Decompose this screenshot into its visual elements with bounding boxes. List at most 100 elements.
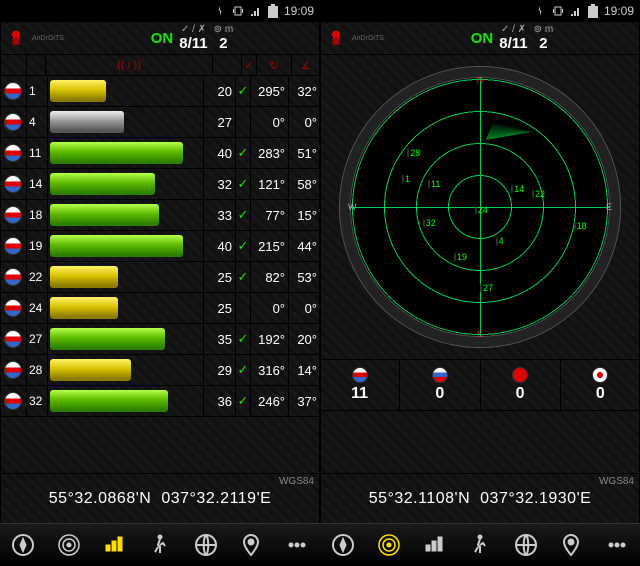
radar-satellite-pin: 11 — [428, 181, 434, 187]
signal-bar — [50, 80, 106, 102]
fix-cell — [236, 293, 251, 323]
status-on: ON — [471, 30, 494, 47]
location-icon — [534, 5, 546, 17]
globe-icon — [514, 533, 538, 557]
radar-satellite-pin: 24 — [475, 207, 481, 213]
compass-icon — [11, 533, 35, 557]
app-logo — [326, 28, 346, 48]
nav-compass-button[interactable] — [328, 530, 358, 560]
prn-cell: 19 — [27, 231, 48, 261]
snr-cell: 40 — [204, 138, 236, 168]
table-row[interactable]: 1833✓77°15° — [0, 200, 320, 231]
table-row[interactable]: 4270°0° — [0, 107, 320, 138]
accuracy-group: ⊚ m 2 — [214, 25, 234, 51]
radar-satellite-pin: 14 — [511, 186, 517, 192]
prn-cell: 27 — [27, 324, 48, 354]
signal-bar — [50, 266, 118, 288]
status-on: ON — [151, 30, 174, 47]
bars-icon — [102, 533, 126, 557]
radar-satellite-pin: 4 — [496, 238, 502, 244]
nav-compass-button[interactable] — [8, 530, 38, 560]
azimuth-cell: 121° — [251, 169, 289, 199]
brand-text: AnDrOiTS — [32, 35, 64, 42]
prn-cell: 1 — [27, 76, 48, 106]
elevation-cell: 32° — [289, 76, 320, 106]
elevation-cell: 0° — [289, 107, 320, 137]
elevation-cell: 20° — [289, 324, 320, 354]
radar-satellite-pin: 27 — [480, 285, 486, 291]
menu-icon — [285, 533, 309, 557]
snr-cell: 35 — [204, 324, 236, 354]
app-logo — [6, 28, 26, 48]
prn-cell: 22 — [27, 262, 48, 292]
prn-cell: 11 — [27, 138, 48, 168]
nav-walk-button[interactable] — [465, 530, 495, 560]
us-flag-icon — [4, 206, 22, 224]
nav-menu-button[interactable] — [282, 530, 312, 560]
signal-bar — [50, 297, 118, 319]
prn-cell: 4 — [27, 107, 48, 137]
table-row[interactable]: 2225✓82°53° — [0, 262, 320, 293]
table-row[interactable]: 24250°0° — [0, 293, 320, 324]
prn-cell: 32 — [27, 386, 48, 416]
pin-icon — [239, 533, 263, 557]
nav-radar-button[interactable] — [54, 530, 84, 560]
signal-bar — [50, 173, 155, 195]
country-count-box: 0 — [481, 360, 561, 410]
signal-bar — [50, 359, 131, 381]
table-row[interactable]: 3236✓246°37° — [0, 386, 320, 417]
vibrate-icon — [552, 5, 564, 17]
azimuth-cell: 192° — [251, 324, 289, 354]
elevation-cell: 15° — [289, 200, 320, 230]
sat-count-group: ✓ / ✗ 8/11 — [179, 25, 207, 51]
snr-cell: 32 — [204, 169, 236, 199]
country-count-box: 0 — [400, 360, 480, 410]
table-row[interactable]: 2829✓316°14° — [0, 355, 320, 386]
nav-radar-button[interactable] — [374, 530, 404, 560]
fix-cell: ✓ — [236, 169, 251, 199]
nav-globe-button[interactable] — [511, 530, 541, 560]
accuracy-group: ⊚ m 2 — [534, 25, 554, 51]
status-bar: 19:09 — [320, 0, 640, 22]
us-flag-icon — [574, 221, 576, 231]
radar-satellite-pin: 32 — [423, 220, 429, 226]
nav-globe-button[interactable] — [191, 530, 221, 560]
fix-header-icon: ✓ — [242, 55, 257, 75]
signal-bar — [50, 328, 165, 350]
table-row[interactable]: 1940✓215°44° — [0, 231, 320, 262]
us-flag-icon — [402, 174, 404, 184]
country-count-value: 11 — [351, 385, 368, 403]
table-row[interactable]: 120✓295°32° — [0, 76, 320, 107]
nav-bars-button[interactable] — [419, 530, 449, 560]
nav-pin-button[interactable] — [556, 530, 586, 560]
us-flag-icon — [4, 361, 22, 379]
radar-icon — [57, 533, 81, 557]
latitude-value: 55°32.0868'N — [49, 490, 152, 508]
prn-cell: 28 — [27, 355, 48, 385]
snr-cell: 33 — [204, 200, 236, 230]
fix-cell: ✓ — [236, 76, 251, 106]
country-counts: 11000 — [320, 359, 640, 411]
azimuth-cell: 316° — [251, 355, 289, 385]
walk-icon — [468, 533, 492, 557]
table-row[interactable]: 1432✓121°58° — [0, 169, 320, 200]
nav-walk-button[interactable] — [145, 530, 175, 560]
table-row[interactable]: 1140✓283°51° — [0, 138, 320, 169]
us-flag-icon — [480, 283, 482, 293]
battery-icon — [268, 4, 278, 18]
azimuth-cell: 295° — [251, 76, 289, 106]
battery-icon — [588, 4, 598, 18]
signal-icon — [570, 5, 582, 17]
azimuth-cell: 283° — [251, 138, 289, 168]
nav-menu-button[interactable] — [602, 530, 632, 560]
nav-bars-button[interactable] — [99, 530, 129, 560]
satellite-table[interactable]: 120✓295°32°4270°0°1140✓283°51°1432✓121°5… — [0, 76, 320, 406]
bottom-nav — [320, 523, 640, 566]
signal-bar — [50, 204, 159, 226]
nav-pin-button[interactable] — [236, 530, 266, 560]
radar-scope[interactable]: N S E W 28111321422192741824 — [340, 67, 620, 347]
elevation-cell: 51° — [289, 138, 320, 168]
jp-flag-icon — [592, 367, 608, 383]
table-row[interactable]: 2735✓192°20° — [0, 324, 320, 355]
us-flag-icon — [4, 299, 22, 317]
